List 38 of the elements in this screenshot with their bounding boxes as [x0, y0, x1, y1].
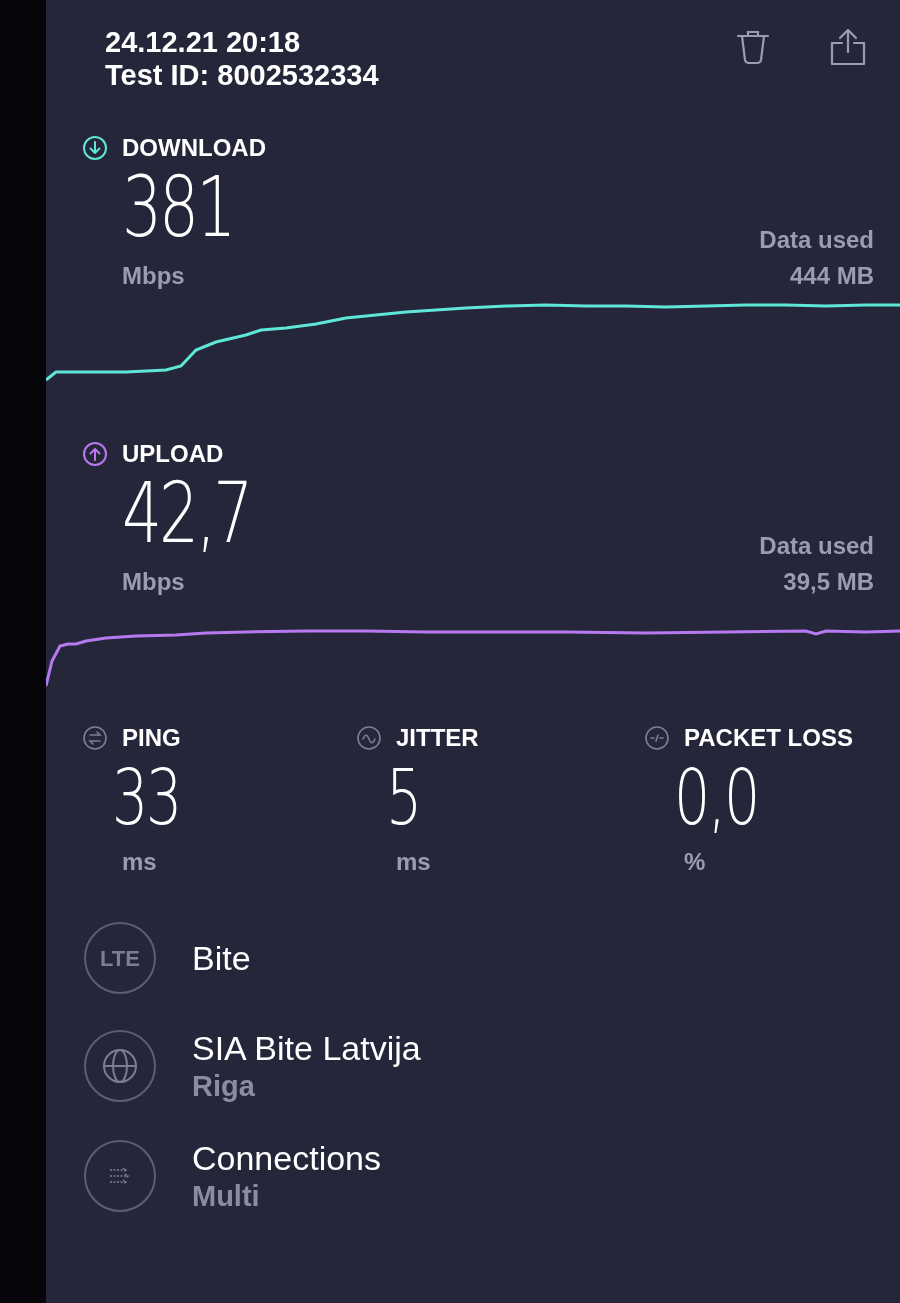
- speed-unit: Mbps: [122, 261, 186, 291]
- trash-icon: [736, 29, 770, 65]
- test-id: Test ID: 8002532334: [105, 58, 379, 92]
- metric-value: 0,0: [673, 756, 759, 840]
- metric-unit: ms: [395, 847, 432, 877]
- arrow-down-circle-icon: [82, 135, 108, 161]
- info-subtitle: Riga: [192, 1069, 256, 1104]
- metric-label: PACKET LOSS: [684, 723, 853, 753]
- globe-icon: [102, 1048, 138, 1084]
- arrow-up-circle-icon: [82, 441, 108, 467]
- speed-label: DOWNLOAD: [122, 133, 266, 163]
- connections-icon: [109, 1167, 131, 1185]
- info-subtitle: Multi: [192, 1179, 261, 1214]
- metric-value: 33: [111, 756, 182, 840]
- speed-unit: Mbps: [122, 567, 186, 597]
- speed-value: 42,7: [122, 468, 251, 558]
- info-title: Connections: [192, 1138, 381, 1178]
- info-title: SIA Bite Latvija: [192, 1028, 421, 1068]
- info-title: Bite: [192, 938, 251, 978]
- speed-label: UPLOAD: [122, 439, 224, 469]
- speed-value: 381: [122, 162, 234, 252]
- share-button[interactable]: [830, 28, 866, 66]
- packet-loss-icon: [644, 725, 670, 751]
- data-used-label: Data used: [759, 531, 874, 561]
- delete-button[interactable]: [736, 28, 770, 66]
- network-type-badge: LTE: [84, 922, 156, 994]
- metric-value: 5: [385, 756, 421, 840]
- test-datetime: 24.12.21 20:18: [105, 26, 302, 58]
- metric-label: JITTER: [396, 723, 479, 753]
- ping-icon: [82, 725, 108, 751]
- wave-icon: [356, 725, 382, 751]
- share-icon: [830, 28, 866, 66]
- data-used-value: 39,5 MB: [783, 567, 874, 597]
- data-used-label: Data used: [759, 225, 874, 255]
- data-used-value: 444 MB: [789, 261, 874, 291]
- metric-unit: %: [683, 847, 707, 877]
- metric-label: PING: [122, 723, 181, 753]
- metric-unit: ms: [121, 847, 158, 877]
